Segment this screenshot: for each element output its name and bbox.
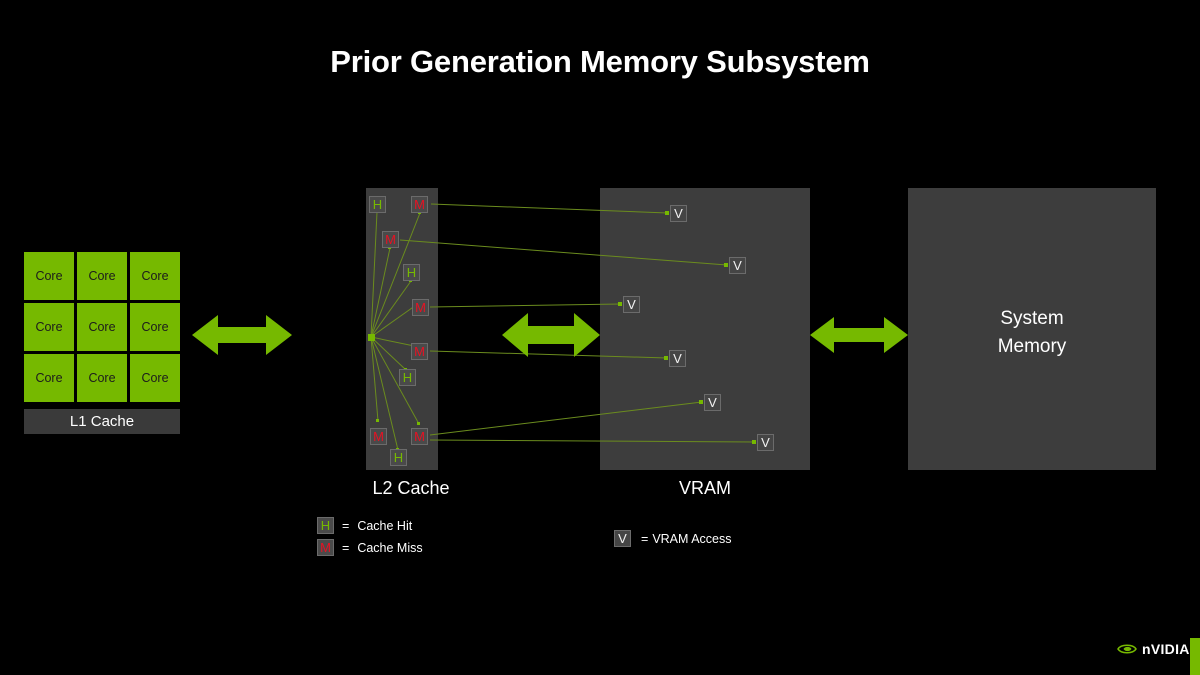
l2-marker-miss: M [411, 196, 428, 213]
nvidia-eye-icon [1117, 644, 1137, 654]
l2-cache-caption: L2 Cache [372, 478, 450, 498]
green-accent-bar [1190, 638, 1200, 675]
core-tile: Core [24, 354, 74, 402]
legend-vram-label: VRAM Access [652, 531, 732, 546]
legend-miss-equals: = [342, 540, 350, 555]
legend-miss-marker: M [317, 539, 334, 556]
l2-marker-hit: H [390, 449, 407, 466]
core-tile: Core [24, 252, 74, 300]
l2-marker-hit: H [369, 196, 386, 213]
system-memory-line1: System [1000, 308, 1064, 329]
page-title: Prior Generation Memory Subsystem [330, 44, 870, 79]
vram-marker: V [729, 257, 746, 274]
l2-marker-miss: M [411, 343, 428, 360]
legend-item-cache-miss: M = Cache Miss [317, 539, 423, 556]
slide-canvas: Prior Generation Memory Subsystem Core C… [0, 0, 1200, 675]
core-tile: Core [130, 303, 180, 351]
core-tile: Core [130, 252, 180, 300]
vram-block [600, 188, 810, 470]
l2-marker-miss: M [411, 428, 428, 445]
core-grid: Core Core Core Core Core Core Core Core … [24, 252, 180, 402]
arrow-vram-to-system-memory [810, 317, 908, 353]
nvidia-logo: nVIDIA [1117, 641, 1190, 657]
system-memory-label: System Memory [908, 305, 1156, 361]
vram-marker: V [670, 205, 687, 222]
core-tile: Core [77, 303, 127, 351]
l1-cache-block: L1 Cache [24, 409, 180, 434]
core-tile: Core [77, 354, 127, 402]
legend-miss-label: Cache Miss [357, 540, 423, 555]
legend-hit-label: Cache Hit [357, 518, 413, 533]
l2-marker-hit: H [399, 369, 416, 386]
vram-caption: VRAM [678, 478, 731, 498]
core-tile: Core [24, 303, 74, 351]
legend-item-cache-hit: H = Cache Hit [317, 517, 412, 534]
core-tile: Core [77, 252, 127, 300]
l2-marker-hit: H [403, 264, 420, 281]
vram-marker: V [704, 394, 721, 411]
l2-marker-miss: M [370, 428, 387, 445]
legend-vram-marker: V [614, 530, 631, 547]
l2-marker-miss: M [382, 231, 399, 248]
vram-marker: V [669, 350, 686, 367]
arrow-l1-to-l2 [192, 315, 292, 355]
vram-marker: V [757, 434, 774, 451]
nvidia-wordmark: nVIDIA [1142, 641, 1190, 657]
legend-item-vram-access: V = VRAM Access [614, 530, 732, 547]
legend-hit-equals: = [342, 518, 350, 533]
system-memory-line2: Memory [997, 336, 1067, 357]
arrow-l2-to-vram [502, 313, 600, 357]
legend-vram-equals: = [641, 531, 649, 546]
core-tile: Core [130, 354, 180, 402]
l2-marker-miss: M [412, 299, 429, 316]
legend-hit-marker: H [317, 517, 334, 534]
vram-marker: V [623, 296, 640, 313]
